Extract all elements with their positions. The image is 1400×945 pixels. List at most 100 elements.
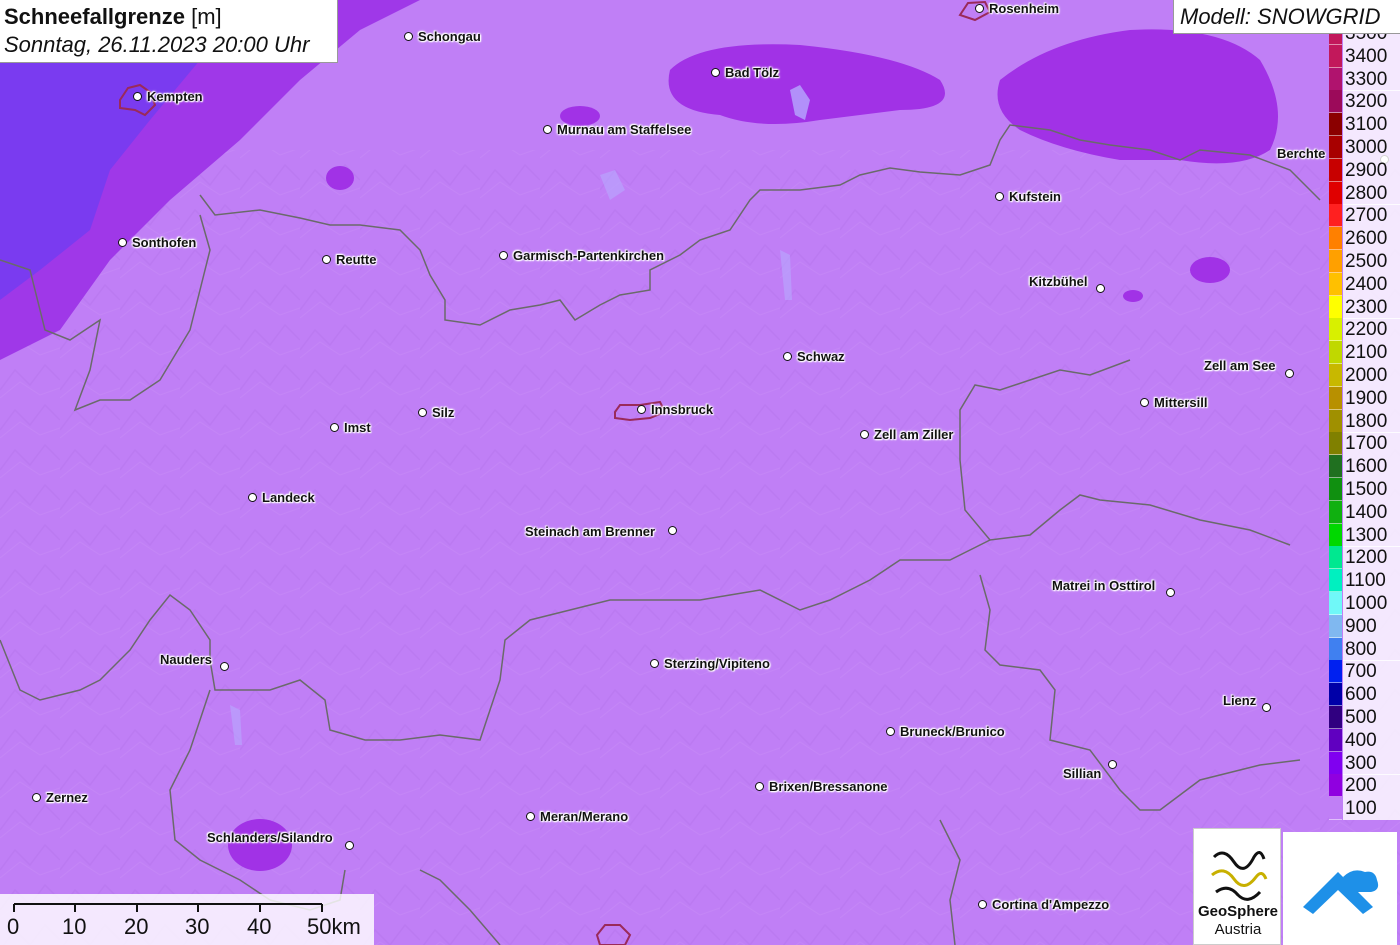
city-label[interactable]: Sillian	[1063, 766, 1101, 781]
city-label[interactable]: Nauders	[160, 652, 212, 667]
legend-row: 1200	[1329, 546, 1400, 570]
city-label[interactable]: Zell am See	[1204, 358, 1276, 373]
city-marker[interactable]	[668, 526, 677, 535]
legend-row: 400	[1329, 728, 1400, 752]
city-marker[interactable]	[783, 352, 792, 361]
region-spot-5	[326, 166, 354, 190]
legend-label: 800	[1343, 637, 1400, 661]
city-label[interactable]: Steinach am Brenner	[525, 524, 655, 539]
city-marker[interactable]	[418, 408, 427, 417]
city-marker[interactable]	[118, 238, 127, 247]
snowgrid-logo[interactable]	[1283, 832, 1397, 945]
legend-label: 2400	[1343, 272, 1400, 296]
city-label[interactable]: Murnau am Staffelsee	[557, 122, 691, 137]
city-marker[interactable]	[860, 430, 869, 439]
city-marker[interactable]	[637, 405, 646, 414]
legend-swatch	[1329, 546, 1342, 570]
city-marker[interactable]	[1096, 284, 1105, 293]
legend-swatch	[1329, 614, 1342, 638]
city-marker[interactable]	[526, 812, 535, 821]
city-label[interactable]: Kempten	[147, 89, 203, 104]
city-label[interactable]: Sonthofen	[132, 235, 196, 250]
city-marker[interactable]	[1166, 588, 1175, 597]
city-label[interactable]: Schlanders/Silandro	[207, 830, 333, 845]
city-marker[interactable]	[1108, 760, 1117, 769]
city-marker[interactable]	[220, 662, 229, 671]
legend-row: 2400	[1329, 272, 1400, 296]
city-label[interactable]: Brixen/Bressanone	[769, 779, 888, 794]
city-label[interactable]: Rosenheim	[989, 1, 1059, 16]
legend-label: 3300	[1343, 67, 1400, 91]
legend-label: 2600	[1343, 227, 1400, 251]
city-label[interactable]: Schwaz	[797, 349, 845, 364]
city-marker[interactable]	[248, 493, 257, 502]
geosphere-logo[interactable]: GeoSphere Austria	[1193, 828, 1281, 945]
city-label[interactable]: Reutte	[336, 252, 376, 267]
city-marker[interactable]	[499, 251, 508, 260]
city-label[interactable]: Garmisch-Partenkirchen	[513, 248, 664, 263]
legend-label: 1200	[1343, 546, 1400, 570]
legend-swatch	[1329, 478, 1342, 501]
city-label[interactable]: Schongau	[418, 29, 481, 44]
city-marker[interactable]	[995, 192, 1004, 201]
city-label[interactable]: Innsbruck	[651, 402, 713, 417]
city-marker[interactable]	[404, 32, 413, 41]
legend-label: 100	[1343, 797, 1400, 821]
city-marker[interactable]	[1262, 703, 1271, 712]
city-marker[interactable]	[330, 423, 339, 432]
legend-label: 2100	[1343, 341, 1400, 365]
legend-row: 200	[1329, 774, 1400, 798]
city-label[interactable]: Bruneck/Brunico	[900, 724, 1005, 739]
city-label[interactable]: Imst	[344, 420, 371, 435]
legend-row: 1000	[1329, 592, 1400, 615]
region-spot-3	[1123, 290, 1143, 302]
city-marker[interactable]	[886, 727, 895, 736]
legend-swatch	[1329, 113, 1342, 137]
city-marker[interactable]	[755, 782, 764, 791]
legend-swatch	[1329, 136, 1342, 159]
legend-label: 400	[1343, 728, 1400, 752]
city-label[interactable]: Matrei in Osttirol	[1052, 578, 1155, 593]
city-marker[interactable]	[975, 4, 984, 13]
city-label[interactable]: Berchte	[1277, 146, 1325, 161]
city-label[interactable]: Bad Tölz	[725, 65, 779, 80]
city-marker[interactable]	[133, 92, 142, 101]
legend-swatch	[1329, 386, 1342, 410]
city-label[interactable]: Mittersill	[1154, 395, 1207, 410]
city-marker[interactable]	[711, 68, 720, 77]
city-marker[interactable]	[543, 125, 552, 134]
legend-row: 2600	[1329, 227, 1400, 251]
city-marker[interactable]	[345, 841, 354, 850]
city-label[interactable]: Kufstein	[1009, 189, 1061, 204]
city-marker[interactable]	[322, 255, 331, 264]
model-label: Modell: SNOWGRID	[1173, 0, 1400, 34]
city-label[interactable]: Cortina d'Ampezzo	[992, 897, 1109, 912]
legend-label: 1000	[1343, 592, 1400, 615]
legend-row: 3300	[1329, 67, 1400, 91]
city-label[interactable]: Zernez	[46, 790, 88, 805]
legend-label: 600	[1343, 683, 1400, 707]
city-marker[interactable]	[650, 659, 659, 668]
city-marker[interactable]	[1285, 369, 1294, 378]
roof-snow-icon	[1303, 870, 1379, 914]
city-marker[interactable]	[32, 793, 41, 802]
legend-label: 200	[1343, 774, 1400, 798]
city-label[interactable]: Sterzing/Vipiteno	[664, 656, 770, 671]
legend-swatch	[1329, 34, 1342, 45]
city-label[interactable]: Zell am Ziller	[874, 427, 953, 442]
city-label[interactable]: Landeck	[262, 490, 315, 505]
city-marker[interactable]	[1140, 398, 1149, 407]
legend-row: 1600	[1329, 455, 1400, 479]
legend-row: 1300	[1329, 523, 1400, 547]
city-label[interactable]: Silz	[432, 405, 454, 420]
city-label[interactable]: Lienz	[1223, 693, 1256, 708]
snowfall-map[interactable]	[0, 0, 1400, 945]
city-label[interactable]: Meran/Merano	[540, 809, 628, 824]
legend-swatch	[1329, 592, 1342, 615]
legend-row: 3400	[1329, 44, 1400, 68]
legend-row: 2000	[1329, 364, 1400, 387]
legend-row: 2700	[1329, 204, 1400, 228]
city-label[interactable]: Kitzbühel	[1029, 274, 1088, 289]
legend-swatch	[1329, 250, 1342, 273]
city-marker[interactable]	[978, 900, 987, 909]
